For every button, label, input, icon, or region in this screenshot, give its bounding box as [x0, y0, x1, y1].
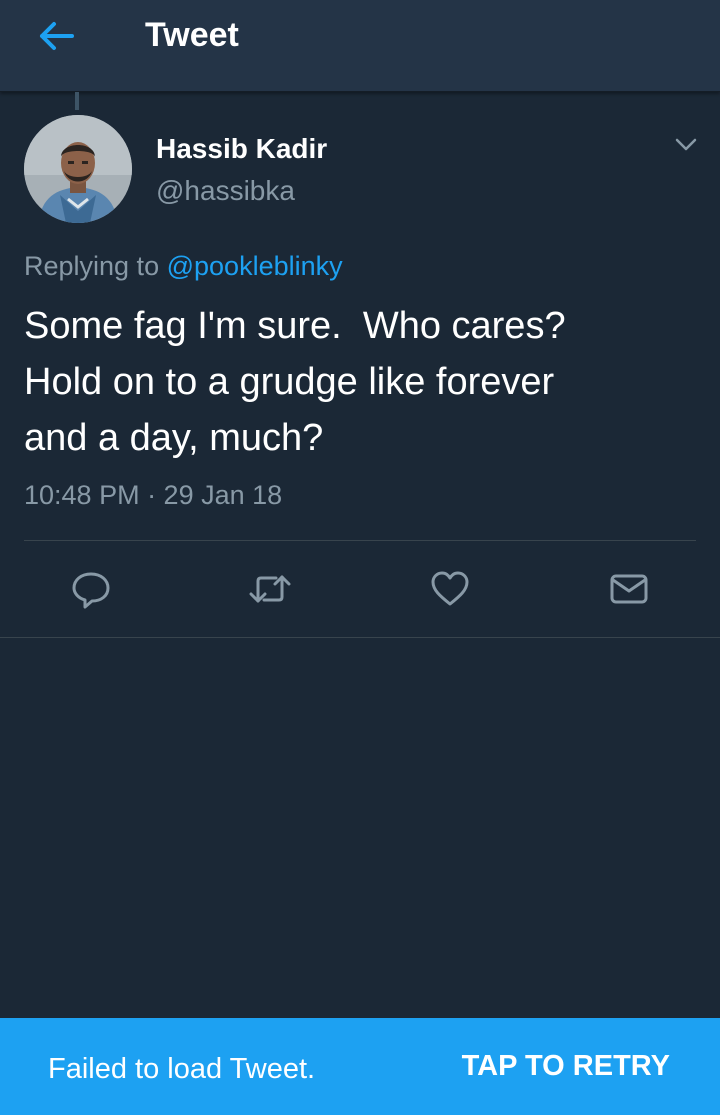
replying-to-line: Replying to @pookleblinky [24, 251, 343, 282]
app-bar: Tweet [0, 0, 720, 92]
replying-to-label: Replying to [24, 251, 160, 281]
page-title: Tweet [145, 16, 239, 54]
thread-connector-line [75, 92, 79, 110]
avatar[interactable] [24, 115, 132, 223]
error-snackbar: Failed to load Tweet. TAP TO RETRY [0, 1018, 720, 1115]
tweet-timestamp: 10:48 PM · 29 Jan 18 [24, 480, 283, 510]
reply-icon [72, 572, 110, 609]
mail-icon [610, 574, 648, 604]
author-handle[interactable]: @hassibka [156, 175, 295, 207]
retweet-button[interactable] [248, 567, 292, 611]
tweet-text: Some fag I'm sure. Who cares? Hold on to… [24, 305, 566, 459]
back-button[interactable] [28, 16, 84, 56]
retry-button[interactable]: TAP TO RETRY [462, 1050, 670, 1083]
divider [0, 637, 720, 638]
like-button[interactable] [428, 567, 472, 611]
heart-icon [431, 571, 469, 606]
author-display-name[interactable]: Hassib Kadir [156, 133, 327, 165]
snackbar-message: Failed to load Tweet. [48, 1053, 316, 1085]
retweet-icon [249, 575, 291, 603]
divider [24, 540, 696, 541]
tweet-menu-button[interactable] [670, 132, 702, 158]
replying-to-mention[interactable]: @pookleblinky [167, 251, 343, 281]
chevron-down-icon [675, 138, 697, 151]
reply-button[interactable] [69, 567, 113, 611]
arrow-left-icon [40, 22, 74, 50]
share-button[interactable] [607, 567, 651, 611]
user-avatar-icon [24, 115, 132, 223]
